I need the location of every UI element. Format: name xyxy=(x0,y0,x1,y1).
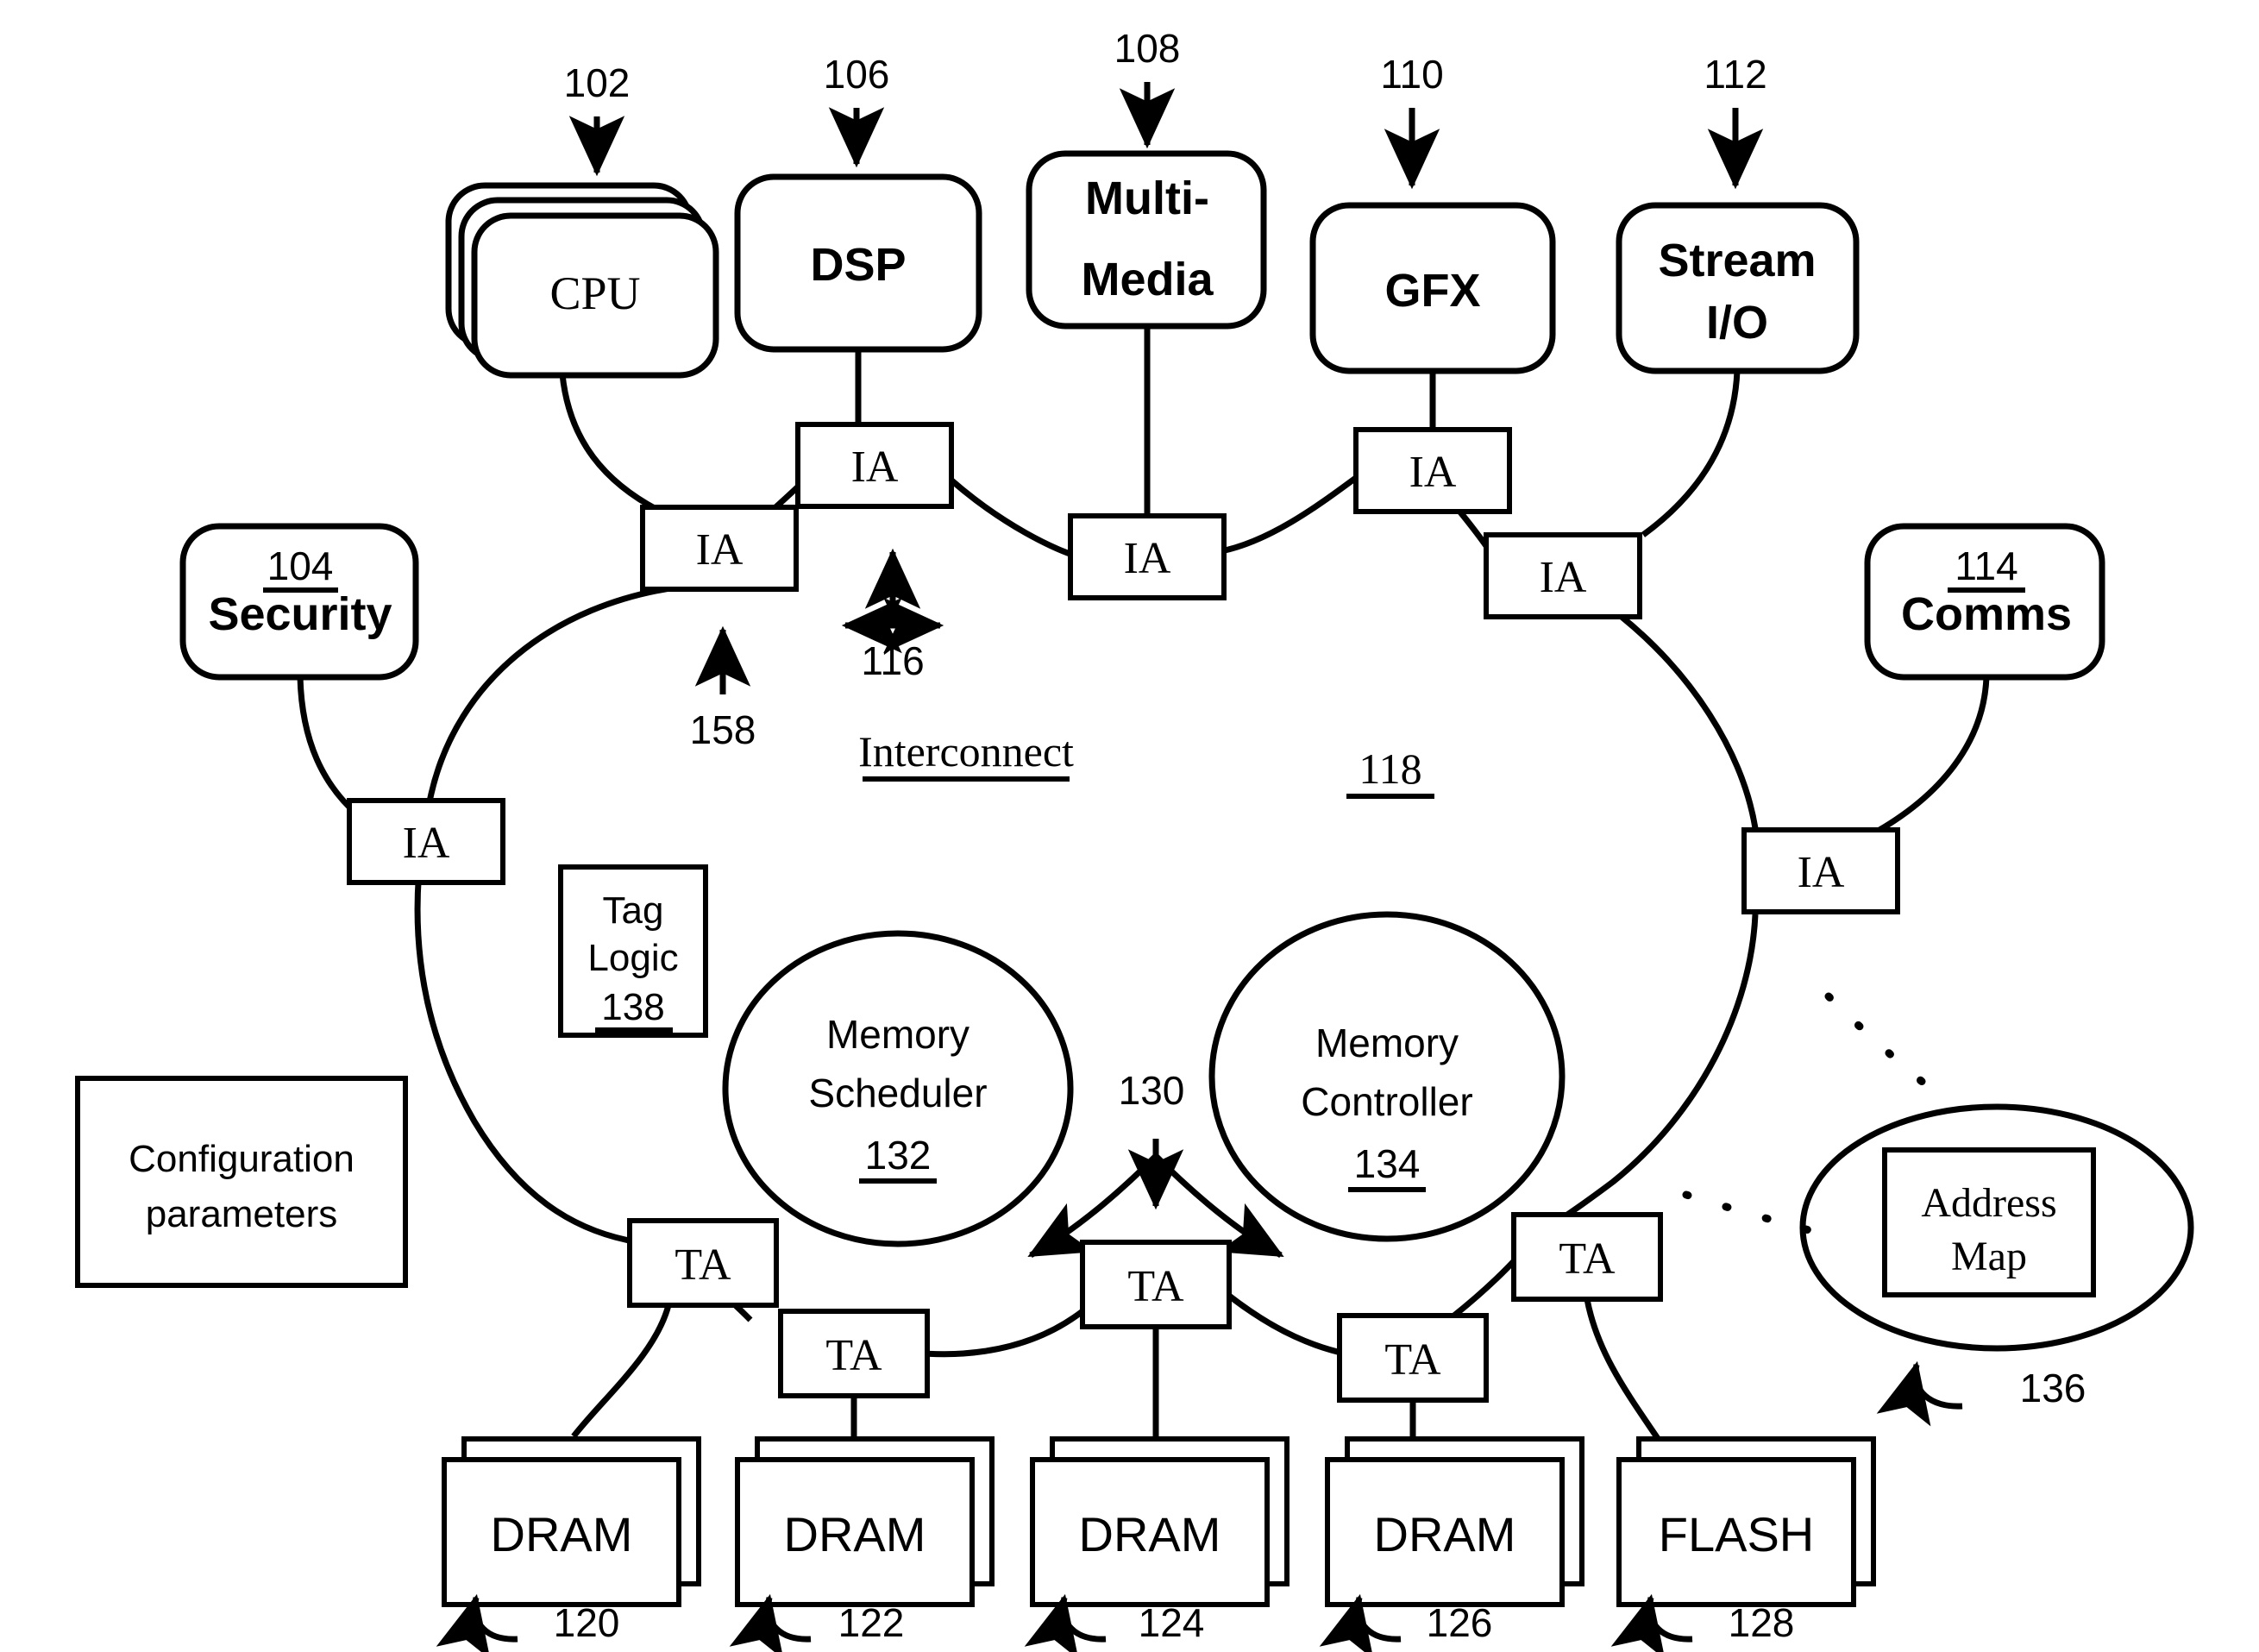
ref-106: 106 xyxy=(824,52,890,97)
memory-122-label: DRAM xyxy=(784,1507,926,1561)
ia-label: IA xyxy=(1798,848,1845,897)
memory-128-ref: 128 xyxy=(1729,1600,1795,1645)
agent-ia-stream[interactable]: IA xyxy=(1484,532,1642,619)
ia-label: IA xyxy=(851,443,899,492)
ref-110: 110 xyxy=(1380,52,1443,97)
block-comms[interactable]: 114 Comms xyxy=(1864,523,2105,681)
tag-logic-line2: Logic xyxy=(587,937,678,979)
configuration-parameters-box[interactable]: Configuration parameters xyxy=(75,1076,408,1288)
memory-controller-line2: Controller xyxy=(1301,1079,1472,1124)
ia-label: IA xyxy=(1409,448,1457,497)
marker-158-ref: 158 xyxy=(690,707,756,752)
block-multimedia-label-line2: Media xyxy=(1081,254,1214,305)
ref-102: 102 xyxy=(564,60,631,105)
block-cpu-label: CPU xyxy=(549,267,640,319)
address-map[interactable]: Address Map xyxy=(1799,1103,2194,1352)
address-map-line1: Address xyxy=(1921,1180,2056,1226)
ta-label: TA xyxy=(1559,1234,1616,1284)
block-cpu[interactable]: CPU xyxy=(445,182,719,379)
security-ref: 104 xyxy=(267,543,334,588)
block-gfx[interactable]: GFX xyxy=(1309,202,1556,374)
interconnect-label: Interconnect xyxy=(858,727,1074,776)
memory-scheduler[interactable]: Memory Scheduler 132 xyxy=(722,930,1074,1247)
marker-136-ref: 136 xyxy=(2020,1366,2086,1410)
memory-120-ref: 120 xyxy=(554,1600,620,1645)
ia-label: IA xyxy=(403,819,450,868)
agent-ta-5[interactable]: TA xyxy=(1511,1212,1663,1302)
ia-label: IA xyxy=(1540,553,1587,602)
block-stream-io-label-line2: I/O xyxy=(1706,297,1768,349)
configuration-parameters-line2: parameters xyxy=(146,1193,338,1235)
memory-122-ref: 122 xyxy=(838,1600,905,1645)
block-security-label: Security xyxy=(208,588,392,640)
tag-logic-ref: 138 xyxy=(601,986,664,1028)
memory-124-label: DRAM xyxy=(1079,1507,1221,1561)
block-dsp[interactable]: DSP xyxy=(734,173,982,353)
block-dsp-label: DSP xyxy=(810,239,906,291)
marker-116-ref: 116 xyxy=(861,638,924,683)
configuration-parameters-rect xyxy=(75,1076,408,1288)
tag-logic-box[interactable]: Tag Logic 138 xyxy=(558,864,708,1038)
agent-ia-cpu[interactable]: IA xyxy=(640,505,799,592)
interconnect-ref: 118 xyxy=(1359,744,1421,793)
address-map-line2: Map xyxy=(1951,1234,2027,1279)
marker-130-ref: 130 xyxy=(1119,1068,1185,1113)
ta-label: TA xyxy=(825,1331,882,1380)
agent-ta-1[interactable]: TA xyxy=(627,1218,779,1308)
memory-126-label: DRAM xyxy=(1374,1507,1516,1561)
block-stream-io-label-line1: Stream xyxy=(1658,235,1816,286)
memory-controller-ref: 134 xyxy=(1354,1141,1421,1186)
figure-canvas: CPU DSP Multi- Media GFX Stream I/O 104 … xyxy=(0,0,2259,1652)
ta-label: TA xyxy=(1127,1262,1184,1311)
agent-ia-dsp[interactable]: IA xyxy=(795,422,954,509)
block-stream-io[interactable]: Stream I/O xyxy=(1616,202,1860,374)
block-security[interactable]: 104 Security xyxy=(179,523,419,681)
memory-124-ref: 124 xyxy=(1139,1600,1205,1645)
memory-120-label: DRAM xyxy=(491,1507,633,1561)
comms-ref: 114 xyxy=(1955,543,2017,588)
tag-logic-line1: Tag xyxy=(603,889,664,932)
block-multimedia-label-line1: Multi- xyxy=(1085,173,1209,224)
agent-ta-4[interactable]: TA xyxy=(1337,1313,1489,1403)
ia-label: IA xyxy=(696,525,744,575)
memory-scheduler-line1: Memory xyxy=(826,1012,969,1057)
patent-diagram: CPU DSP Multi- Media GFX Stream I/O 104 … xyxy=(0,0,2259,1652)
block-multimedia[interactable]: Multi- Media xyxy=(1026,150,1267,330)
configuration-parameters-line1: Configuration xyxy=(129,1138,355,1180)
memory-scheduler-line2: Scheduler xyxy=(808,1071,987,1115)
block-gfx-label: GFX xyxy=(1384,265,1480,317)
agent-ta-3[interactable]: TA xyxy=(1080,1240,1232,1329)
memory-controller[interactable]: Memory Controller 134 xyxy=(1208,911,1566,1242)
ref-112: 112 xyxy=(1704,52,1766,97)
agent-ia-comms[interactable]: IA xyxy=(1741,827,1900,914)
ref-108: 108 xyxy=(1114,26,1181,71)
memory-controller-line1: Memory xyxy=(1315,1021,1459,1065)
ta-label: TA xyxy=(1384,1335,1441,1385)
agent-ia-multimedia[interactable]: IA xyxy=(1068,513,1227,600)
agent-ia-gfx[interactable]: IA xyxy=(1353,427,1512,514)
agent-ia-security[interactable]: IA xyxy=(347,798,505,885)
memory-scheduler-ref: 132 xyxy=(865,1133,932,1178)
ia-label: IA xyxy=(1124,534,1171,583)
ta-label: TA xyxy=(675,1241,731,1290)
block-comms-label: Comms xyxy=(1901,588,2072,640)
memory-126-ref: 126 xyxy=(1427,1600,1493,1645)
memory-128-label: FLASH xyxy=(1659,1507,1815,1561)
agent-ta-2[interactable]: TA xyxy=(778,1309,930,1398)
